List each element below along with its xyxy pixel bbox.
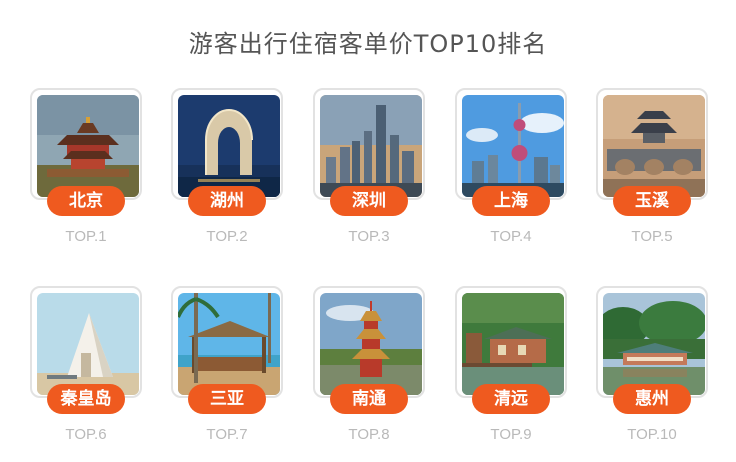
pavilion-bridge-image: [603, 95, 705, 197]
photo-frame: [313, 88, 425, 200]
forbidden-city-watchtower-image: [37, 95, 139, 197]
rank-label: TOP.3: [348, 228, 390, 245]
horseshoe-hotel-image: [178, 95, 280, 197]
city-label: 上海: [472, 186, 550, 216]
city-label: 三亚: [188, 384, 266, 414]
city-label: 北京: [47, 186, 125, 216]
city-label: 玉溪: [613, 186, 691, 216]
rank-label: TOP.5: [631, 228, 673, 245]
rank-label: TOP.8: [348, 426, 390, 443]
photo-frame: [596, 88, 708, 200]
rank-label: TOP.4: [490, 228, 532, 245]
city-label: 秦皇岛: [47, 384, 125, 414]
photo-frame: [313, 286, 425, 398]
city-label: 湖州: [188, 186, 266, 216]
skyline-image: [320, 95, 422, 197]
photo-frame: [455, 88, 567, 200]
page-title: 游客出行住宿客单价TOP10排名: [188, 30, 548, 58]
rank-label: TOP.7: [206, 426, 248, 443]
photo-frame: [455, 286, 567, 398]
photo-frame: [596, 286, 708, 398]
beach-chapel-image: [37, 293, 139, 395]
lakeside-house-image: [462, 293, 564, 395]
rank-label: TOP.2: [206, 228, 248, 245]
rank-label: TOP.6: [65, 426, 107, 443]
photo-frame: [30, 88, 142, 200]
city-label: 惠州: [613, 384, 691, 414]
rank-label: TOP.10: [627, 426, 677, 443]
photo-frame: [171, 88, 283, 200]
beach-pavilion-palm-image: [178, 293, 280, 395]
city-label: 清远: [472, 384, 550, 414]
city-label: 深圳: [330, 186, 408, 216]
photo-frame: [171, 286, 283, 398]
rank-label: TOP.9: [490, 426, 532, 443]
oriental-pearl-tower-image: [462, 95, 564, 197]
lake-pavilion-image: [603, 293, 705, 395]
photo-frame: [30, 286, 142, 398]
pagoda-image: [320, 293, 422, 395]
city-label: 南通: [330, 384, 408, 414]
rank-label: TOP.1: [65, 228, 107, 245]
